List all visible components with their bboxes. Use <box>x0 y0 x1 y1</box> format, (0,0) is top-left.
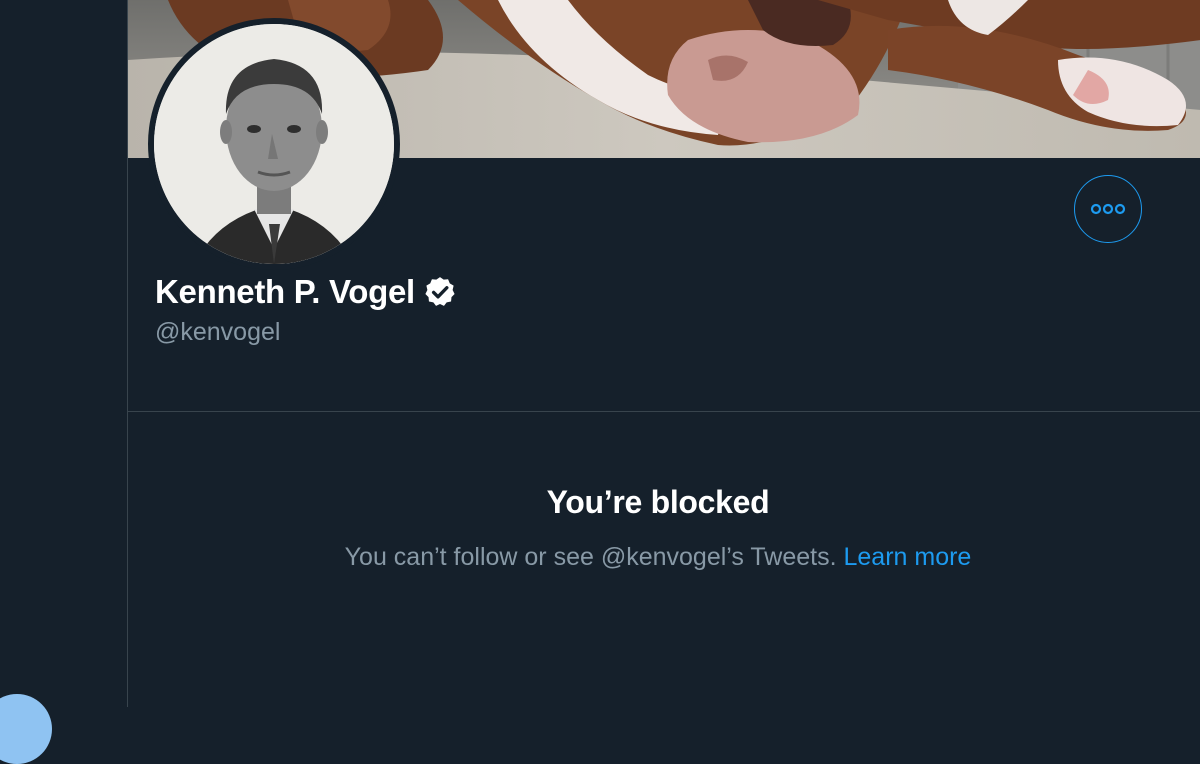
profile-avatar[interactable] <box>148 18 400 270</box>
left-navigation-gutter <box>0 0 127 764</box>
verified-badge-icon <box>425 277 455 306</box>
avatar-photo <box>154 24 394 264</box>
blocked-message-line: You can’t follow or see @kenvogel’s Twee… <box>128 543 1188 572</box>
profile-column: Kenneth P. Vogel @kenvogel You’re blocke… <box>127 0 1200 707</box>
profile-handle: @kenvogel <box>155 318 281 346</box>
learn-more-link[interactable]: Learn more <box>843 543 971 571</box>
display-name: Kenneth P. Vogel <box>155 273 415 310</box>
more-dots-icon <box>1090 203 1126 215</box>
section-divider <box>128 411 1200 412</box>
compose-tweet-button[interactable] <box>0 694 52 764</box>
display-name-row: Kenneth P. Vogel <box>155 273 457 311</box>
blocked-message: You can’t follow or see @kenvogel’s Twee… <box>344 543 837 571</box>
more-options-button[interactable] <box>1074 175 1142 243</box>
blocked-title: You’re blocked <box>546 484 770 520</box>
